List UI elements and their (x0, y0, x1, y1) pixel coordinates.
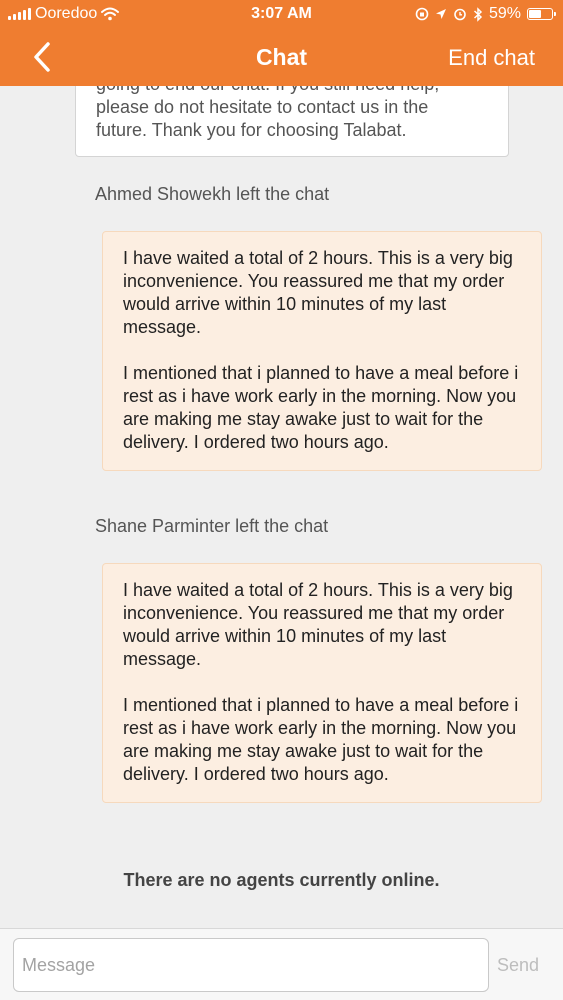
user-message-text: I mentioned that i planned to have a mea… (123, 695, 519, 784)
chat-event: Shane Parminter left the chat (95, 516, 329, 536)
no-agents-notice: There are no agents currently online. (123, 870, 440, 890)
user-message-bubble: I have waited a total of 2 hours. This i… (102, 563, 542, 803)
user-message-bubble: I have waited a total of 2 hours. This i… (102, 231, 542, 471)
chat-event: Ahmed Showekh left the chat (95, 184, 330, 204)
alarm-icon (454, 8, 466, 21)
chat-transcript[interactable]: going to end our chat. If you still need… (0, 86, 563, 928)
user-message-text: I mentioned that i planned to have a mea… (123, 363, 519, 452)
agent-message-bubble: going to end our chat. If you still need… (75, 86, 509, 157)
location-icon (435, 9, 446, 19)
back-button[interactable] (30, 40, 60, 74)
bluetooth-icon (473, 6, 483, 22)
chevron-left-icon (34, 42, 50, 72)
user-message-text: I have waited a total of 2 hours. This i… (123, 248, 513, 337)
end-chat-button[interactable]: End chat (448, 45, 535, 71)
orientation-lock-icon (415, 7, 429, 21)
app-header: Ooredoo 3:07 AM 59% Chat End chat (0, 0, 563, 86)
message-composer: Send (0, 928, 563, 1000)
battery-icon (527, 8, 556, 20)
battery-percent: 59% (488, 5, 521, 22)
status-bar: Ooredoo 3:07 AM 59% (0, 0, 563, 30)
agent-message-text: going to end our chat. If you still need… (96, 86, 439, 140)
user-message-text: I have waited a total of 2 hours. This i… (123, 580, 513, 669)
send-button[interactable]: Send (497, 955, 539, 976)
message-input[interactable] (13, 938, 489, 992)
